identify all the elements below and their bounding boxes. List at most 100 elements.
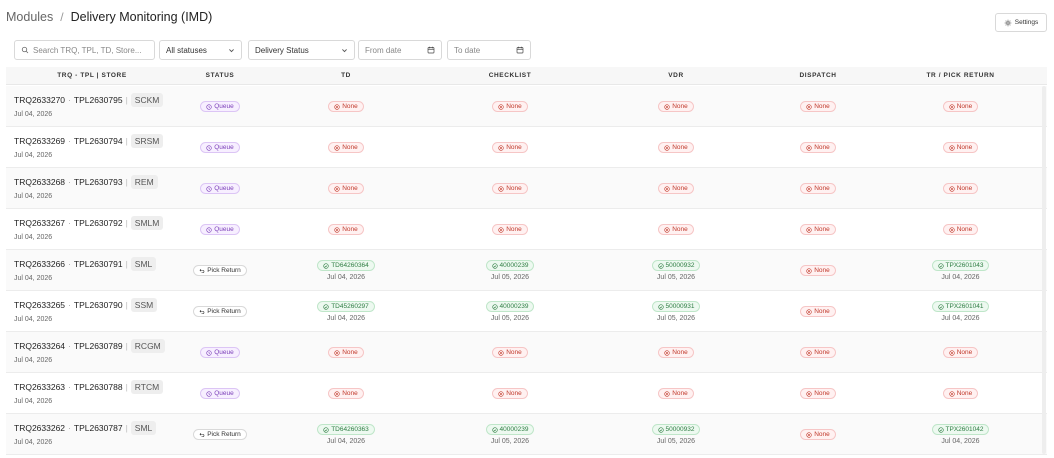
table-row[interactable]: TRQ2633268 · TPL2630793 | REM Jul 04, 20… [6,168,1047,209]
vdr-badge-label: None [672,226,688,233]
td-badge-label: None [342,185,358,192]
vdr-badge[interactable]: 50000932 [651,260,701,271]
breadcrumb-modules-link[interactable]: Modules [6,10,53,24]
status-filter-select[interactable]: All statuses [159,40,242,60]
tr-badge[interactable]: TPX2601041 [931,301,990,312]
x-circle-icon [334,185,340,192]
trq-number[interactable]: TRQ2633266 [14,259,65,269]
checklist-cell: 40000239 Jul 05, 2026 [430,291,590,332]
dispatch-badge-label: None [814,267,830,274]
status-badge-label: Queue [214,226,234,233]
checklist-badge[interactable]: 40000239 [485,424,535,435]
checklist-cell: 40000239 Jul 05, 2026 [430,414,590,455]
trq-number[interactable]: TRQ2633264 [14,341,65,351]
column-header-tr-pick-return[interactable]: TR / PICK RETURN [874,67,1047,85]
dispatch-badge: None [800,183,836,194]
tr-badge-label: None [956,103,973,110]
x-circle-icon [664,226,670,233]
x-circle-icon [664,390,670,397]
table-row[interactable]: TRQ2633264 · TPL2630789 | RCGM Jul 04, 2… [6,332,1047,373]
tr-badge: None [942,347,979,358]
store-separator: | [125,382,128,392]
td-badge[interactable]: TD45260297 [317,301,375,312]
vdr-badge[interactable]: 50000931 [651,301,701,312]
x-circle-icon [498,226,504,233]
dispatch-badge-label: None [814,226,830,233]
td-badge[interactable]: TD64260363 [317,424,375,435]
column-header-td[interactable]: TD [262,67,430,85]
id-separator: · [68,423,71,433]
tpl-number[interactable]: TPL2630788 [74,382,123,392]
tpl-number[interactable]: TPL2630793 [74,177,123,187]
check-circle-icon [323,303,329,310]
calendar-icon[interactable] [516,46,524,54]
tr-badge-label: None [956,349,973,356]
trq-number[interactable]: TRQ2633267 [14,218,65,228]
checklist-badge: None [492,142,528,153]
tr-cell: None [874,332,1047,373]
table-row[interactable]: TRQ2633263 · TPL2630788 | RTCM Jul 04, 2… [6,373,1047,414]
id-separator: · [68,136,71,146]
trq-number[interactable]: TRQ2633269 [14,136,65,146]
check-circle-icon [323,262,329,269]
status-cell: Pick Return [178,414,262,455]
dispatch-cell: None [762,332,874,373]
row-identifier: TRQ2633267 · TPL2630792 | SMLM [14,216,164,230]
settings-button[interactable]: Settings [995,13,1047,32]
td-badge[interactable]: TD64260364 [317,260,375,271]
chevron-down-icon [342,48,347,52]
trq-number[interactable]: TRQ2633262 [14,423,65,433]
status-badge-label: Pick Return [207,308,241,315]
trq-number[interactable]: TRQ2633265 [14,300,65,310]
vertical-scrollbar[interactable] [1042,86,1046,454]
from-date-input[interactable]: From date [358,40,442,60]
trq-number[interactable]: TRQ2633268 [14,177,65,187]
td-badge-label: None [342,390,358,397]
td-date: Jul 04, 2026 [326,274,366,281]
table-row[interactable]: TRQ2633269 · TPL2630794 | SRSM Jul 04, 2… [6,127,1047,168]
id-separator: · [68,341,71,351]
delivery-status-select[interactable]: Delivery Status [248,40,355,60]
column-header-vdr[interactable]: VDR [590,67,762,85]
column-header-dispatch[interactable]: DISPATCH [762,67,874,85]
row-identifier: TRQ2633262 · TPL2630787 | SML [14,421,157,435]
checklist-cell: None [430,209,590,250]
tr-badge: None [942,101,979,112]
td-date: Jul 04, 2026 [326,438,366,445]
column-header-checklist[interactable]: CHECKLIST [430,67,590,85]
table-row[interactable]: TRQ2633267 · TPL2630792 | SMLM Jul 04, 2… [6,209,1047,250]
table-row[interactable]: TRQ2633262 · TPL2630787 | SML Jul 04, 20… [6,414,1047,455]
tpl-number[interactable]: TPL2630790 [74,300,123,310]
table-row[interactable]: TRQ2633266 · TPL2630791 | SML Jul 04, 20… [6,250,1047,291]
tpl-number[interactable]: TPL2630787 [74,423,123,433]
checklist-badge[interactable]: 40000239 [485,260,535,271]
tpl-number[interactable]: TPL2630789 [74,341,123,351]
search-input[interactable]: Search TRQ, TPL, TD, Store... [14,40,155,60]
trq-number[interactable]: TRQ2633263 [14,382,65,392]
status-cell: Queue [178,127,262,168]
status-badge-label: Queue [214,390,234,397]
column-header-trq[interactable]: TRQ - TPL | STORE [6,67,178,85]
tpl-number[interactable]: TPL2630792 [74,218,123,228]
vdr-cell: 50000932 Jul 05, 2026 [590,250,762,291]
status-badge: Pick Return [193,429,247,440]
table-row[interactable]: TRQ2633265 · TPL2630790 | SSM Jul 04, 20… [6,291,1047,332]
tr-badge[interactable]: TPX2601043 [931,260,990,271]
store-code-badge: SCKM [130,93,164,107]
checklist-badge[interactable]: 40000239 [485,301,535,312]
vdr-badge-label: None [672,390,688,397]
column-header-status[interactable]: STATUS [178,67,262,85]
vdr-badge[interactable]: 50000932 [651,424,701,435]
check-circle-icon [491,262,498,269]
checklist-badge-label: 40000239 [499,262,529,269]
tpl-number[interactable]: TPL2630794 [74,136,123,146]
tr-badge[interactable]: TPX2601042 [931,424,990,435]
to-date-input[interactable]: To date [447,40,531,60]
table-row[interactable]: TRQ2633270 · TPL2630795 | SCKM Jul 04, 2… [6,86,1047,127]
tpl-number[interactable]: TPL2630795 [74,95,123,105]
vdr-cell: None [590,209,762,250]
tpl-number[interactable]: TPL2630791 [74,259,123,269]
calendar-icon[interactable] [427,46,435,54]
trq-number[interactable]: TRQ2633270 [14,95,65,105]
x-circle-icon [806,103,812,110]
